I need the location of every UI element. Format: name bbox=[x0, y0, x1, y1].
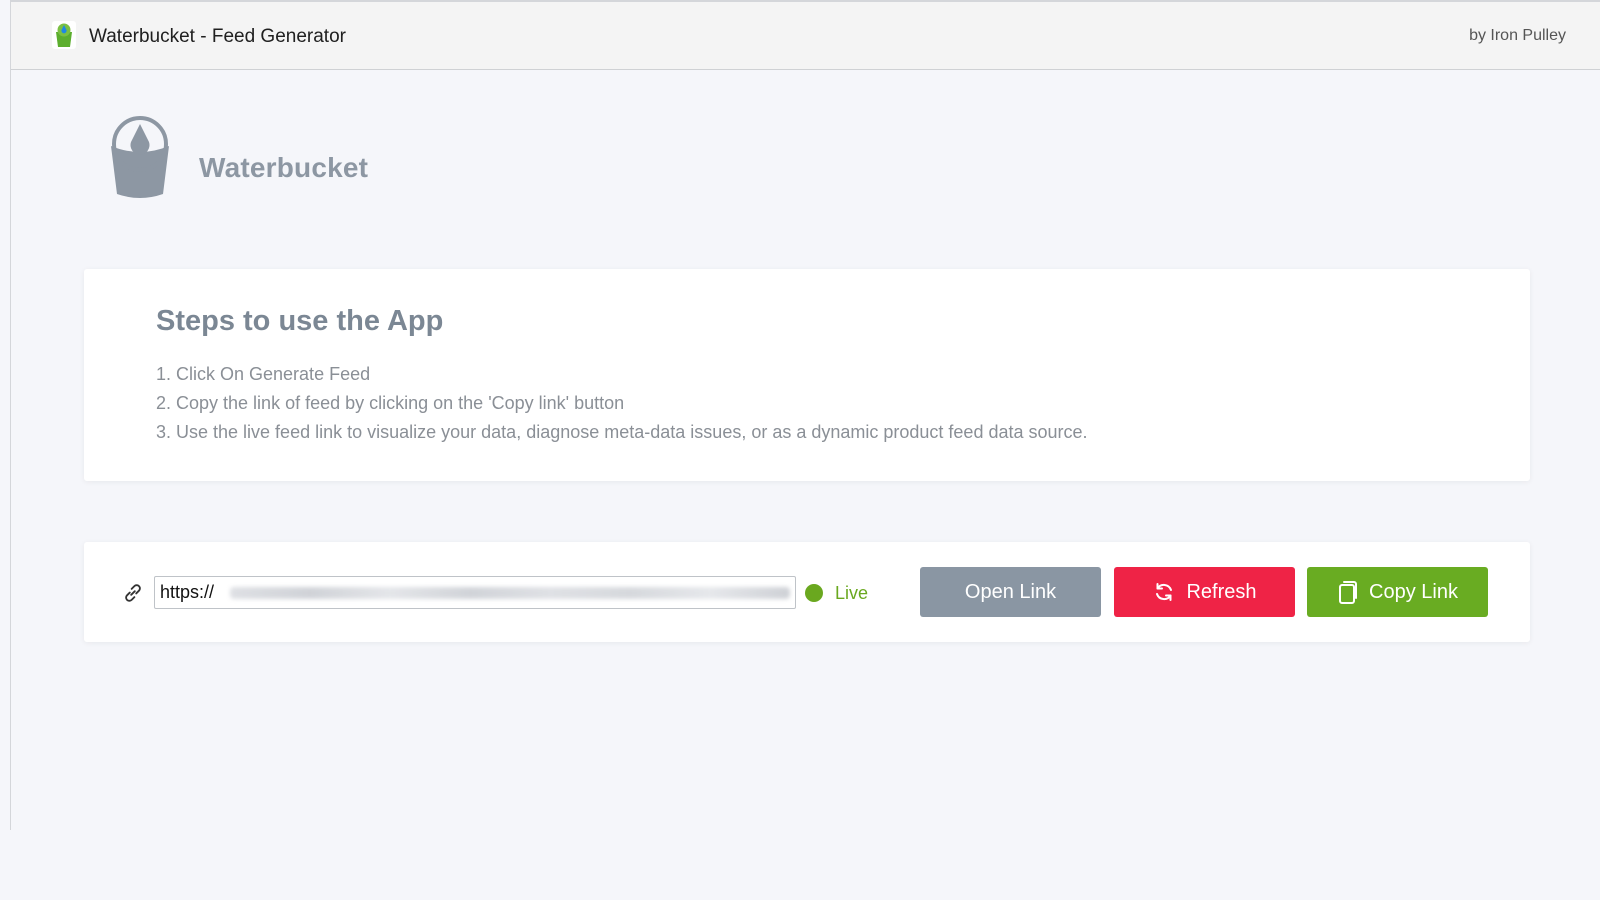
feed-link-card: Live Open Link Refresh Copy Link bbox=[84, 542, 1530, 642]
copy-link-button[interactable]: Copy Link bbox=[1307, 567, 1488, 617]
step-item: 1. Click On Generate Feed bbox=[156, 364, 371, 384]
live-status-label: Live bbox=[835, 583, 869, 603]
copy-link-label: Copy Link bbox=[1369, 580, 1458, 603]
steps-list: 1. Click On Generate Feed 2. Copy the li… bbox=[156, 360, 1088, 447]
brand-name: Waterbucket bbox=[199, 152, 369, 183]
url-redacted bbox=[230, 587, 790, 599]
byline: by Iron Pulley bbox=[1469, 27, 1566, 44]
app-frame: Waterbucket - Feed Generator by Iron Pul… bbox=[10, 0, 1600, 830]
app-header: Waterbucket - Feed Generator by Iron Pul… bbox=[11, 2, 1600, 70]
brand-logo: Waterbucket bbox=[109, 116, 399, 206]
open-link-label: Open Link bbox=[964, 580, 1057, 603]
open-link-button[interactable]: Open Link bbox=[920, 567, 1101, 617]
link-icon bbox=[125, 584, 141, 602]
copy-icon bbox=[1339, 581, 1358, 604]
live-status-dot bbox=[805, 584, 823, 602]
water-bucket-icon bbox=[52, 21, 76, 49]
bucket-logo-icon bbox=[111, 116, 169, 198]
step-item: 2. Copy the link of feed by clicking on … bbox=[156, 393, 625, 413]
refresh-icon bbox=[1156, 583, 1173, 601]
step-item: 3. Use the live feed link to visualize y… bbox=[156, 422, 1088, 442]
steps-title: Steps to use the App bbox=[156, 305, 444, 337]
steps-card: Steps to use the App 1. Click On Generat… bbox=[84, 269, 1530, 481]
refresh-label: Refresh bbox=[1186, 580, 1257, 603]
app-title: Waterbucket - Feed Generator bbox=[89, 26, 346, 47]
refresh-button[interactable]: Refresh bbox=[1114, 567, 1295, 617]
